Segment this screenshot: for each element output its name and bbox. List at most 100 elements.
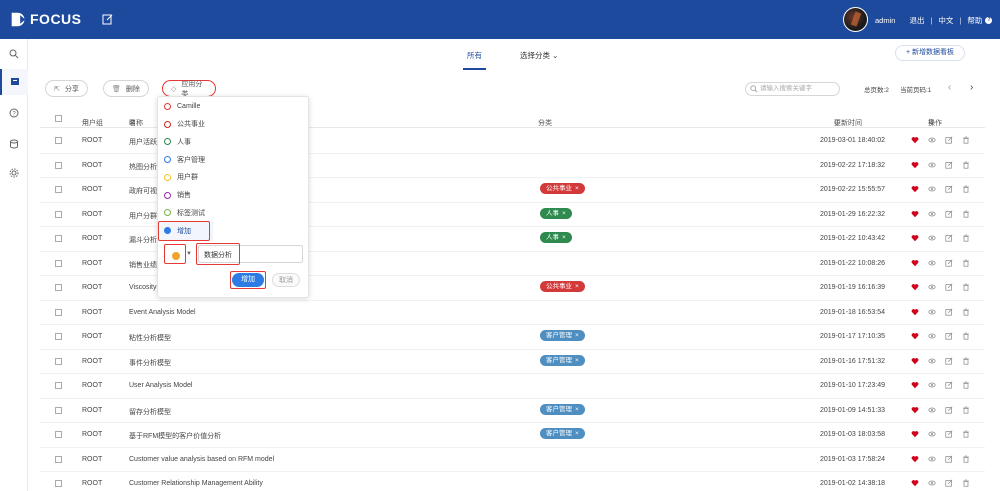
edit-icon[interactable] bbox=[102, 13, 114, 25]
help-link[interactable]: 帮助 bbox=[967, 15, 982, 26]
trash-icon[interactable] bbox=[962, 308, 970, 316]
category-tag[interactable]: 公共事业 × bbox=[540, 281, 585, 292]
remove-tag-icon[interactable]: × bbox=[562, 234, 566, 241]
remove-tag-icon[interactable]: × bbox=[575, 430, 579, 437]
select-all-checkbox[interactable] bbox=[55, 115, 62, 122]
remove-tag-icon[interactable]: × bbox=[562, 210, 566, 217]
edit-icon[interactable] bbox=[945, 283, 953, 291]
category-option[interactable]: 人事 bbox=[164, 133, 191, 150]
view-icon[interactable] bbox=[928, 357, 936, 365]
row-name[interactable]: Customer value analysis based on RFM mod… bbox=[129, 456, 274, 463]
logout-link[interactable]: 退出 bbox=[909, 15, 924, 26]
row-name[interactable]: 政府可视 bbox=[129, 186, 157, 196]
trash-icon[interactable] bbox=[962, 161, 970, 169]
row-name[interactable]: 漏斗分析 bbox=[129, 235, 157, 245]
view-icon[interactable] bbox=[928, 406, 936, 414]
trash-icon[interactable] bbox=[962, 136, 970, 144]
heart-icon[interactable] bbox=[911, 430, 919, 438]
row-checkbox[interactable] bbox=[55, 186, 62, 193]
category-tag[interactable]: 人事 × bbox=[540, 232, 572, 243]
language-link[interactable]: 中文 bbox=[938, 15, 953, 26]
table-row[interactable]: ROOT 事件分析模型 客户管理 × 2019-01-16 17:51:32 bbox=[40, 350, 985, 374]
edit-icon[interactable] bbox=[945, 381, 953, 389]
row-name[interactable]: 热图分析 bbox=[129, 162, 157, 172]
table-row[interactable]: ROOT Event Analysis Model 2019-01-18 16:53… bbox=[40, 301, 985, 325]
view-icon[interactable] bbox=[928, 332, 936, 340]
row-name[interactable]: Event Analysis Model bbox=[129, 309, 196, 316]
table-row[interactable]: ROOT 基于RFM模型的客户价值分析 客户管理 × 2019-01-03 18:03:… bbox=[40, 423, 985, 448]
row-checkbox[interactable] bbox=[55, 308, 62, 316]
row-name[interactable]: Customer Relationship Management Ability bbox=[129, 480, 263, 487]
heart-icon[interactable] bbox=[911, 283, 919, 291]
heart-icon[interactable] bbox=[911, 406, 919, 414]
sidebar-item-boards[interactable] bbox=[0, 69, 28, 95]
view-icon[interactable] bbox=[928, 308, 936, 316]
view-icon[interactable] bbox=[928, 430, 936, 438]
edit-icon[interactable] bbox=[945, 185, 953, 193]
view-icon[interactable] bbox=[928, 210, 936, 218]
category-tag[interactable]: 客户管理 × bbox=[540, 354, 585, 366]
tab-category[interactable]: 选择分类 ⌄ bbox=[520, 50, 558, 70]
trash-icon[interactable] bbox=[962, 332, 970, 340]
sidebar-item-help[interactable]: ? bbox=[0, 100, 28, 126]
logo[interactable]: FOCUS bbox=[10, 11, 82, 28]
avatar[interactable] bbox=[843, 7, 868, 32]
view-icon[interactable] bbox=[928, 136, 936, 144]
view-icon[interactable] bbox=[928, 185, 936, 193]
edit-icon[interactable] bbox=[945, 161, 953, 169]
remove-tag-icon[interactable]: × bbox=[575, 283, 579, 290]
sidebar-item-settings[interactable] bbox=[0, 160, 28, 186]
row-checkbox[interactable] bbox=[55, 137, 62, 144]
row-checkbox[interactable] bbox=[55, 357, 62, 365]
trash-icon[interactable] bbox=[962, 479, 970, 487]
heart-icon[interactable] bbox=[911, 161, 919, 169]
view-icon[interactable] bbox=[928, 479, 936, 487]
cancel-button[interactable]: 取消 bbox=[272, 273, 300, 287]
table-row[interactable]: ROOT User Analysis Model 2019-01-10 17:23:… bbox=[40, 374, 985, 399]
new-board-button[interactable]: + 新增数据看板 bbox=[895, 45, 965, 61]
table-row[interactable]: ROOT Customer Relationship Management Abi… bbox=[40, 472, 985, 491]
row-name[interactable]: Viscosity bbox=[129, 284, 157, 291]
heart-icon[interactable] bbox=[911, 185, 919, 193]
category-tag[interactable]: 客户管理 × bbox=[540, 403, 585, 415]
apply-category-button[interactable]: ◇ 应用分类 bbox=[162, 80, 216, 98]
row-name[interactable]: 销售业绩 bbox=[129, 260, 157, 270]
trash-icon[interactable] bbox=[962, 283, 970, 291]
row-checkbox[interactable] bbox=[55, 382, 62, 389]
tab-all[interactable]: 所有 bbox=[463, 50, 486, 70]
row-checkbox[interactable] bbox=[55, 455, 62, 463]
sidebar-item-search[interactable] bbox=[0, 41, 28, 67]
row-name[interactable]: 粘性分析模型 bbox=[129, 333, 171, 343]
trash-icon[interactable] bbox=[962, 406, 970, 414]
row-checkbox[interactable] bbox=[55, 480, 62, 487]
row-name[interactable]: User Analysis Model bbox=[129, 382, 192, 389]
edit-icon[interactable] bbox=[945, 430, 953, 438]
heart-icon[interactable] bbox=[911, 455, 919, 463]
heart-icon[interactable] bbox=[911, 381, 919, 389]
edit-icon[interactable] bbox=[945, 234, 953, 242]
help-icon[interactable]: ? bbox=[985, 17, 993, 24]
trash-icon[interactable] bbox=[962, 455, 970, 463]
row-name[interactable]: 留存分析模型 bbox=[129, 407, 171, 417]
share-button[interactable]: ⇱ 分享 bbox=[45, 80, 88, 97]
edit-icon[interactable] bbox=[945, 259, 953, 267]
trash-icon[interactable] bbox=[962, 357, 970, 365]
category-option[interactable]: 销售 bbox=[164, 187, 191, 204]
row-checkbox[interactable] bbox=[55, 259, 62, 267]
edit-icon[interactable] bbox=[945, 136, 953, 144]
category-option[interactable]: 公共事业 bbox=[164, 116, 205, 133]
row-checkbox[interactable] bbox=[55, 333, 62, 340]
trash-icon[interactable] bbox=[962, 210, 970, 218]
remove-tag-icon[interactable]: × bbox=[575, 332, 579, 339]
category-tag[interactable]: 公共事业 × bbox=[540, 183, 585, 194]
edit-icon[interactable] bbox=[945, 479, 953, 487]
view-icon[interactable] bbox=[928, 259, 936, 267]
trash-icon[interactable] bbox=[962, 381, 970, 389]
remove-tag-icon[interactable]: × bbox=[575, 185, 579, 192]
sidebar-item-data[interactable] bbox=[0, 131, 28, 157]
heart-icon[interactable] bbox=[911, 136, 919, 144]
trash-icon[interactable] bbox=[962, 234, 970, 242]
row-name[interactable]: 基于RFM模型的客户价值分析 bbox=[129, 431, 221, 441]
edit-icon[interactable] bbox=[945, 406, 953, 414]
edit-icon[interactable] bbox=[945, 455, 953, 463]
